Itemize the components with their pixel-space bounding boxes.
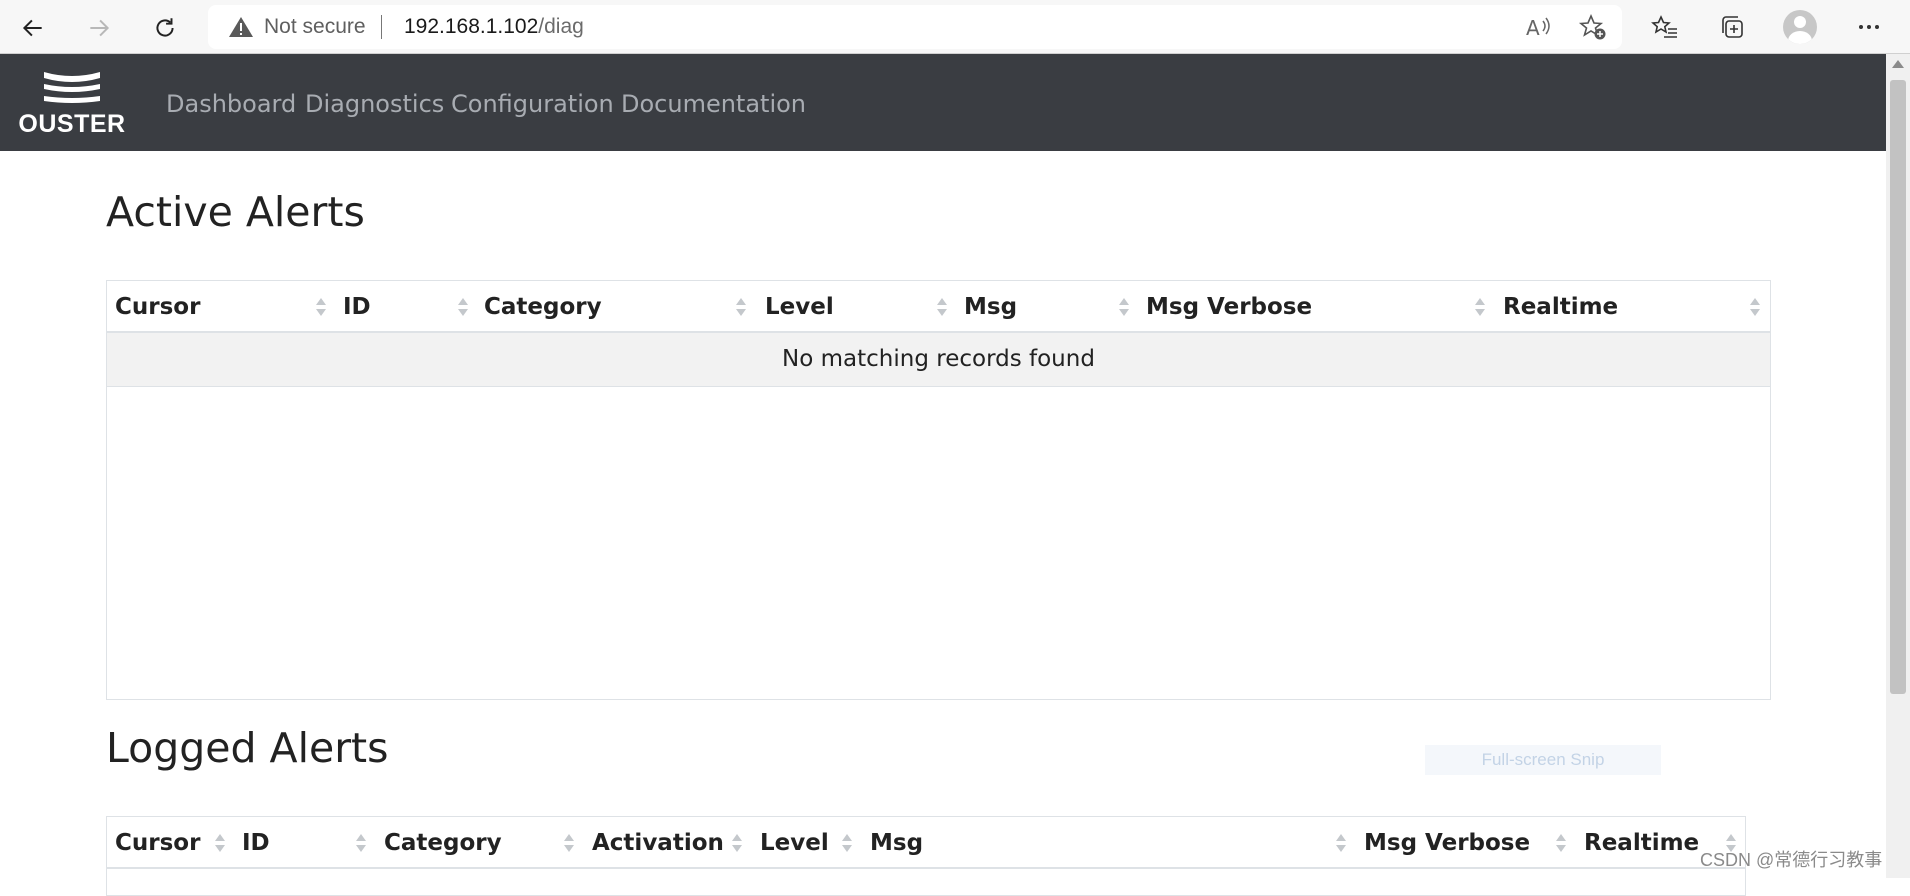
nav-link-documentation[interactable]: Documentation [621, 90, 806, 118]
svg-text:A: A [1526, 16, 1540, 40]
scroll-up-arrow-icon[interactable] [1892, 60, 1904, 68]
column-label: Msg Verbose [1146, 294, 1313, 320]
column-label: Msg Verbose [1364, 830, 1531, 856]
full-screen-snip-overlay: Full-screen Snip [1425, 745, 1661, 775]
column-header[interactable]: Category [376, 817, 584, 867]
column-header[interactable]: Msg Verbose [1356, 817, 1576, 867]
column-header[interactable]: Activation [584, 817, 752, 867]
table-header: Cursor ID Category Activation Level Msg … [107, 817, 1745, 869]
nav-link-dashboard[interactable]: Dashboard [166, 90, 296, 118]
address-bar[interactable]: Not secure 192.168.1.102/diag A [208, 5, 1622, 49]
forward-arrow-icon [90, 19, 110, 37]
nav-link-configuration[interactable]: Configuration [451, 90, 614, 118]
column-header[interactable]: ID [335, 281, 476, 331]
favorites-list-icon [1651, 15, 1677, 38]
page-scrollbar[interactable] [1886, 54, 1910, 878]
browser-toolbar: Not secure 192.168.1.102/diag A [0, 0, 1910, 54]
sort-icon[interactable] [731, 831, 743, 855]
favorites-button[interactable] [1648, 10, 1682, 44]
watermark-text: CSDN @常德行习教事 [1700, 850, 1883, 870]
sort-icon[interactable] [355, 831, 367, 855]
column-label: Msg [964, 294, 1018, 320]
refresh-icon [156, 18, 174, 37]
settings-more-button[interactable] [1852, 10, 1886, 44]
avatar-icon [1783, 10, 1817, 44]
column-label: Level [765, 294, 834, 320]
column-label: Activation [592, 830, 724, 856]
collections-button[interactable] [1715, 10, 1749, 44]
active-alerts-table: Cursor ID Category Level Msg Msg Verbose… [106, 280, 1771, 700]
column-label: ID [343, 294, 371, 320]
url-host: 192.168.1.102 [404, 15, 539, 38]
empty-table-message: No matching records found [107, 333, 1770, 387]
profile-button[interactable] [1783, 10, 1817, 44]
sort-icon[interactable] [214, 831, 226, 855]
logged-alerts-table: Cursor ID Category Activation Level Msg … [106, 816, 1746, 896]
url-path: /diag [538, 15, 584, 38]
warning-icon [229, 17, 253, 37]
sort-icon[interactable] [1118, 295, 1130, 319]
back-button[interactable] [13, 8, 53, 48]
scroll-thumb[interactable] [1890, 80, 1906, 694]
app-navbar: OUSTER Dashboard Diagnostics Configurati… [0, 54, 1886, 151]
sort-icon[interactable] [735, 295, 747, 319]
sort-icon[interactable] [457, 295, 469, 319]
table-header: Cursor ID Category Level Msg Msg Verbose… [107, 281, 1770, 333]
column-label: Cursor [115, 294, 201, 320]
column-header[interactable]: Level [757, 281, 956, 331]
ouster-logo[interactable]: OUSTER [14, 68, 130, 138]
sort-icon[interactable] [315, 295, 327, 319]
column-header[interactable]: Cursor [107, 281, 335, 331]
forward-button[interactable] [79, 8, 119, 48]
refresh-button[interactable] [145, 8, 185, 48]
sort-icon[interactable] [1474, 295, 1486, 319]
security-status[interactable]: Not secure [264, 15, 366, 39]
read-aloud-icon[interactable]: A [1524, 13, 1554, 41]
column-label: ID [242, 830, 270, 856]
sort-icon[interactable] [1335, 831, 1347, 855]
logo-mark-icon [44, 72, 100, 103]
sort-icon[interactable] [563, 831, 575, 855]
active-alerts-heading: Active Alerts [106, 188, 365, 236]
more-dots-icon [1859, 25, 1879, 29]
column-label: Msg [870, 830, 924, 856]
back-arrow-icon [22, 19, 42, 37]
sort-icon[interactable] [841, 831, 853, 855]
url-text[interactable]: 192.168.1.102/diag [404, 15, 584, 39]
column-header[interactable]: Msg Verbose [1138, 281, 1495, 331]
column-header[interactable]: Msg [862, 817, 1356, 867]
column-header[interactable]: Realtime [1495, 281, 1772, 331]
column-label: Level [760, 830, 829, 856]
sort-icon[interactable] [1749, 295, 1761, 319]
address-divider [381, 15, 382, 39]
sort-icon[interactable] [1555, 831, 1567, 855]
column-label: Realtime [1584, 830, 1700, 856]
logo-text: OUSTER [18, 110, 126, 138]
nav-link-diagnostics[interactable]: Diagnostics [305, 90, 444, 118]
column-header[interactable]: Category [476, 281, 757, 331]
add-favorite-icon[interactable] [1578, 13, 1608, 41]
logged-alerts-heading: Logged Alerts [106, 724, 389, 772]
collections-icon [1722, 16, 1743, 38]
column-label: Cursor [115, 830, 201, 856]
sort-icon[interactable] [936, 295, 948, 319]
column-header[interactable]: Msg [956, 281, 1138, 331]
column-label: Category [384, 830, 502, 856]
column-label: Category [484, 294, 602, 320]
column-label: Realtime [1503, 294, 1619, 320]
